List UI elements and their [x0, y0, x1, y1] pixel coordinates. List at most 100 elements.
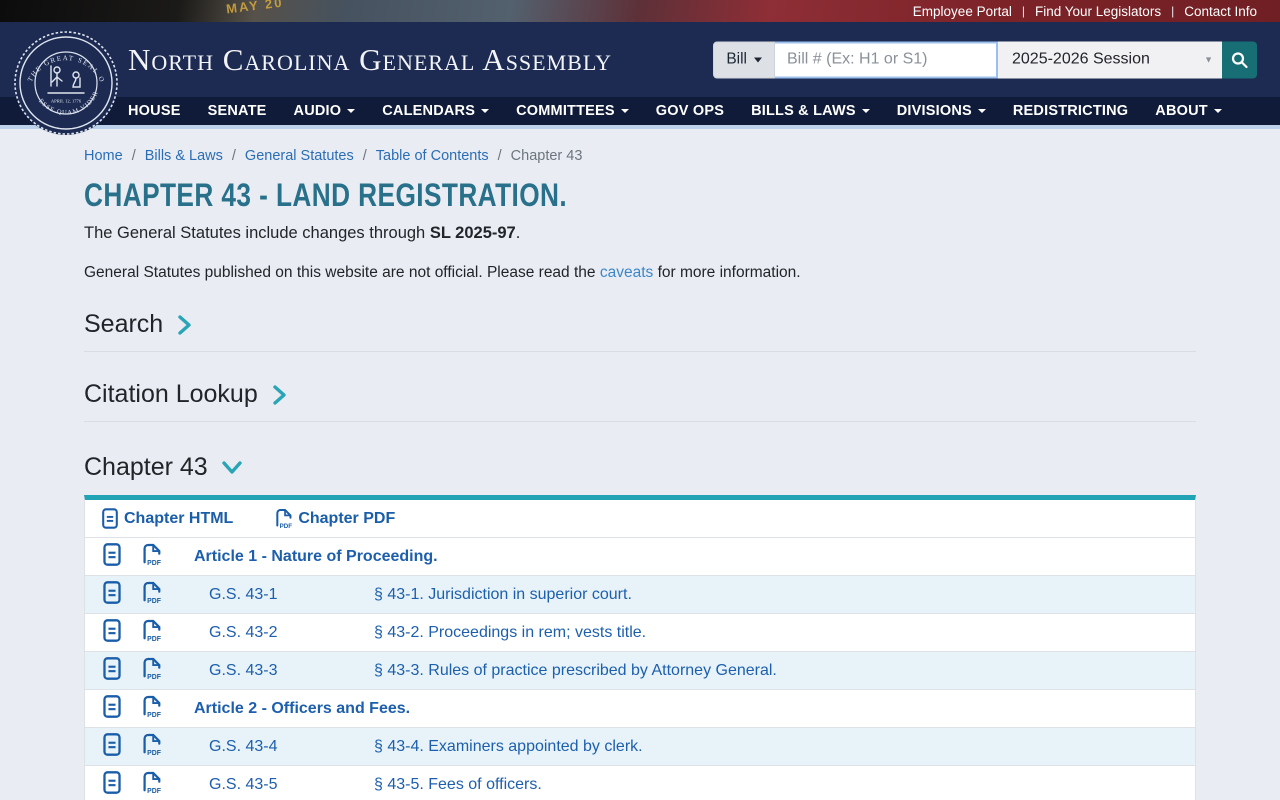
row-pdf-link[interactable]: PDF: [142, 695, 161, 723]
document-icon: [103, 580, 121, 604]
chevron-right-icon: [178, 314, 191, 335]
gs-number-link[interactable]: G.S. 43-4: [209, 738, 277, 756]
article-link[interactable]: Article 1 - Nature of Proceeding.: [194, 548, 438, 566]
caveats-link[interactable]: caveats: [600, 264, 653, 281]
row-html-link[interactable]: [103, 770, 121, 799]
bill-number-input[interactable]: [775, 41, 998, 78]
site-title[interactable]: North Carolina General Assembly: [128, 42, 612, 78]
chevron-down-icon: [1213, 109, 1222, 113]
row-pdf-link[interactable]: PDF: [142, 733, 161, 761]
search-type-dropdown[interactable]: Bill: [713, 41, 775, 78]
row-html-link[interactable]: [103, 542, 121, 571]
chapter-section-label: Chapter 43: [84, 453, 208, 481]
row-html-link[interactable]: [103, 656, 121, 685]
divider: [84, 421, 1196, 422]
statutes-changes-prefix: The General Statutes include changes thr…: [84, 224, 430, 242]
separator: /: [231, 148, 236, 164]
breadcrumb: Home / Bills & Laws / General Statutes / Table…: [84, 148, 1196, 164]
disclaimer-note: General Statutes published on this websi…: [84, 264, 801, 281]
pdf-file-icon: PDF: [143, 581, 161, 604]
table-row: PDF Article 1 - Nature of Proceeding.: [85, 538, 1195, 576]
gs-number-link[interactable]: G.S. 43-1: [209, 586, 277, 604]
nav-item-calendars[interactable]: CALENDARS: [382, 103, 490, 119]
utility-links: Employee Portal | Find Your Legislators | Co…: [913, 0, 1257, 22]
document-icon: [103, 618, 121, 642]
nc-state-seal-logo[interactable]: THE GREAT SEAL OF THE STATE ESSE QUAM VI…: [13, 30, 119, 136]
statute-title-link[interactable]: § 43-3. Rules of practice prescribed by …: [374, 662, 777, 680]
row-pdf-link[interactable]: PDF: [142, 581, 161, 609]
statute-table: Chapter HTML PDF Chapter PDF PDF Article…: [84, 495, 1196, 800]
nav-item-redistricting[interactable]: REDISTRICTING: [1013, 103, 1128, 119]
row-html-link[interactable]: [103, 580, 121, 609]
statutes-changes-note: The General Statutes include changes thr…: [84, 224, 521, 242]
session-select[interactable]: 2025-2026 Session ▼: [998, 41, 1222, 78]
gs-number-link[interactable]: G.S. 43-5: [209, 776, 277, 794]
nav-item-house[interactable]: HOUSE: [128, 103, 181, 119]
nav-item-about[interactable]: ABOUT: [1155, 103, 1222, 119]
svg-text:PDF: PDF: [147, 787, 161, 793]
chapter-html-link[interactable]: Chapter HTML: [102, 508, 233, 529]
utility-link-contact-info[interactable]: Contact Info: [1184, 4, 1257, 19]
chevron-down-icon: [481, 109, 490, 113]
svg-text:PDF: PDF: [280, 523, 292, 529]
utility-link-find-your-legislators[interactable]: Find Your Legislators: [1035, 4, 1161, 19]
table-row: PDF G.S. 43-2 § 43-2. Proceedings in rem…: [85, 614, 1195, 652]
nav-item-divisions[interactable]: DIVISIONS: [897, 103, 986, 119]
chevron-down-icon: ▼: [1204, 54, 1213, 65]
nav-item-committees[interactable]: COMMITTEES: [516, 103, 629, 119]
search-section-toggle[interactable]: Search: [84, 310, 193, 339]
statute-table-body: PDF Article 1 - Nature of Proceeding. PD…: [85, 538, 1195, 800]
chapter-section-toggle[interactable]: Chapter 43: [84, 453, 243, 482]
row-pdf-link[interactable]: PDF: [142, 619, 161, 647]
top-banner-strip: MAY 20 Employee Portal | Find Your Legisla…: [0, 0, 1280, 22]
search-type-label: Bill: [726, 50, 747, 68]
row-html-link[interactable]: [103, 732, 121, 761]
row-pdf-link[interactable]: PDF: [142, 657, 161, 685]
utility-link-employee-portal[interactable]: Employee Portal: [913, 4, 1012, 19]
row-pdf-link[interactable]: PDF: [142, 543, 161, 571]
breadcrumb-link-bills-laws[interactable]: Bills & Laws: [145, 148, 223, 164]
pdf-file-icon: PDF: [143, 695, 161, 718]
chevron-down-icon: [620, 109, 629, 113]
document-icon: [103, 542, 121, 566]
magnifier-icon: [1231, 51, 1248, 68]
separator: /: [497, 148, 502, 164]
separator: /: [362, 148, 367, 164]
chapter-links-row: Chapter HTML PDF Chapter PDF: [85, 500, 1195, 538]
search-button[interactable]: [1222, 41, 1257, 78]
nav-item-audio[interactable]: AUDIO: [294, 103, 356, 119]
row-html-link[interactable]: [103, 618, 121, 647]
site-header: THE GREAT SEAL OF THE STATE ESSE QUAM VI…: [0, 22, 1280, 135]
banner-photo-text: MAY 20: [225, 0, 285, 17]
citation-lookup-toggle[interactable]: Citation Lookup: [84, 380, 288, 409]
article-link[interactable]: Article 2 - Officers and Fees.: [194, 700, 410, 718]
bill-search-bar: Bill 2025-2026 Session ▼: [713, 41, 1257, 78]
table-row: PDF G.S. 43-4 § 43-4. Examiners appointe…: [85, 728, 1195, 766]
statute-title-link[interactable]: § 43-4. Examiners appointed by clerk.: [374, 738, 643, 756]
nav-item-senate[interactable]: SENATE: [208, 103, 267, 119]
breadcrumb-link-general-statutes[interactable]: General Statutes: [245, 148, 354, 164]
pdf-file-icon: PDF: [143, 543, 161, 566]
statute-title-link[interactable]: § 43-1. Jurisdiction in superior court.: [374, 586, 632, 604]
citation-lookup-label: Citation Lookup: [84, 380, 258, 408]
chevron-right-icon: [273, 384, 286, 405]
gs-number-link[interactable]: G.S. 43-3: [209, 662, 277, 680]
document-icon: [103, 770, 121, 794]
nav-item-gov-ops[interactable]: GOV OPS: [656, 103, 724, 119]
breadcrumb-link-table-of-contents[interactable]: Table of Contents: [376, 148, 489, 164]
svg-text:PDF: PDF: [147, 597, 161, 603]
breadcrumb-link-home[interactable]: Home: [84, 148, 123, 164]
chevron-down-icon: [347, 109, 356, 113]
gs-number-link[interactable]: G.S. 43-2: [209, 624, 277, 642]
chevron-down-icon: [754, 57, 762, 62]
row-pdf-link[interactable]: PDF: [142, 771, 161, 799]
table-row: PDF G.S. 43-5 § 43-5. Fees of officers.: [85, 766, 1195, 800]
nav-item-bills-laws[interactable]: BILLS & LAWS: [751, 103, 870, 119]
svg-text:PDF: PDF: [147, 635, 161, 641]
svg-text:PDF: PDF: [147, 673, 161, 679]
statute-title-link[interactable]: § 43-5. Fees of officers.: [374, 776, 542, 794]
row-html-link[interactable]: [103, 694, 121, 723]
statute-title-link[interactable]: § 43-2. Proceedings in rem; vests title.: [374, 624, 646, 642]
chapter-pdf-link[interactable]: PDF Chapter PDF: [275, 508, 395, 529]
table-row: PDF Article 2 - Officers and Fees.: [85, 690, 1195, 728]
